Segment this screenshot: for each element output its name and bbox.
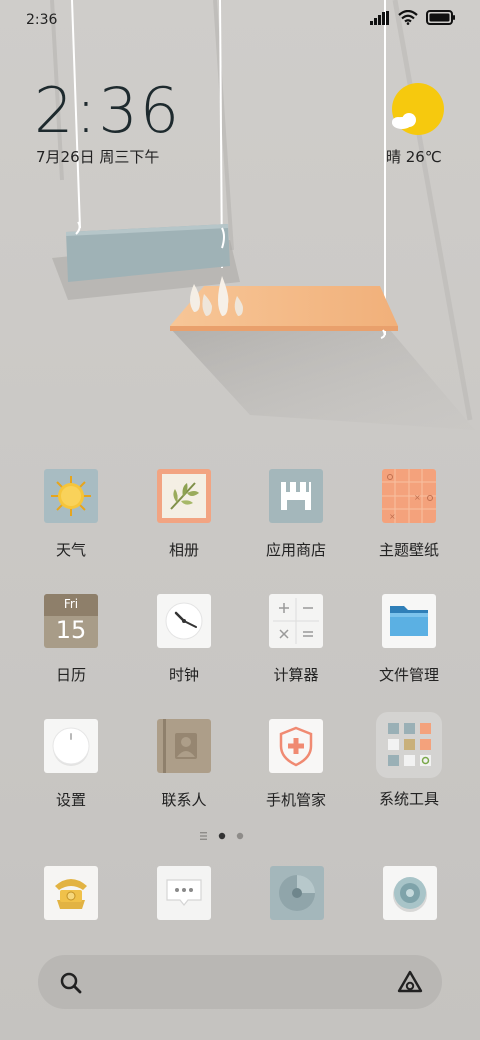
assistant-icon[interactable] [396,969,424,995]
security-icon [269,719,323,773]
page-indicator[interactable] [198,829,258,843]
app-label: 时钟 [168,666,199,684]
gallery-icon [157,469,211,523]
svg-text:×: × [389,512,396,521]
app-label: 应用商店 [265,541,326,559]
settings-icon [44,719,98,773]
app-label: 文件管理 [378,666,439,684]
file-manager-icon [382,594,436,648]
app-file-manager[interactable]: 文件管理 [349,594,469,685]
folder-system-tools[interactable]: 系统工具 [349,712,469,809]
page-dot-active[interactable] [218,832,226,840]
app-label: 联系人 [161,791,207,809]
status-bar: 2:36 [0,0,480,42]
app-label: 手机管家 [265,791,326,809]
sun-cloud-icon[interactable] [390,83,446,139]
status-time: 2:36 [26,12,58,28]
calculator-icon [269,594,323,648]
svg-text:×: × [414,493,421,502]
battery-icon [426,10,455,25]
app-clock[interactable]: 时钟 [124,594,244,685]
app-security[interactable]: 手机管家 [236,719,356,810]
app-store[interactable]: 应用商店 [236,469,356,560]
system-tools-folder-icon [376,712,442,778]
app-settings[interactable]: 设置 [11,719,131,810]
calendar-date: 15 [55,616,87,644]
app-label: 设置 [55,791,86,809]
app-label: 相册 [168,541,199,559]
search-icon[interactable] [58,970,84,996]
app-calculator[interactable]: 计算器 [236,594,356,685]
weather-text[interactable]: 晴 26℃ [386,146,442,167]
signal-icon [370,10,389,25]
app-gallery[interactable]: 相册 [124,469,244,560]
all-apps-icon[interactable] [200,832,207,840]
clock-time[interactable]: 2:36 [34,76,181,146]
app-label: 系统工具 [378,790,439,808]
status-icons [370,10,456,25]
calendar-icon: Fri 15 [44,594,98,648]
page-dot[interactable] [236,832,244,840]
app-contacts[interactable]: 联系人 [124,719,244,810]
app-label: 主题壁纸 [378,541,439,559]
app-themes[interactable]: × × 主题壁纸 [349,469,469,560]
app-label: 日历 [55,666,86,684]
camera-icon[interactable] [383,866,437,920]
weather-icon [44,469,98,523]
messages-icon[interactable] [157,866,211,920]
app-weather[interactable]: 天气 [11,469,131,560]
wifi-icon [398,10,418,25]
clock-date[interactable]: 7月26日 周三下午 [36,146,159,167]
app-store-icon [269,469,323,523]
calendar-day: Fri [63,597,79,611]
app-label: 计算器 [273,666,319,684]
themes-icon: × × [382,469,436,523]
browser-icon[interactable] [270,866,324,920]
app-label: 天气 [55,541,86,559]
phone-icon[interactable] [44,866,98,920]
clock-icon [157,594,211,648]
app-calendar[interactable]: Fri 15 日历 [11,594,131,685]
search-bar[interactable] [38,955,442,1009]
contacts-icon [157,719,211,773]
